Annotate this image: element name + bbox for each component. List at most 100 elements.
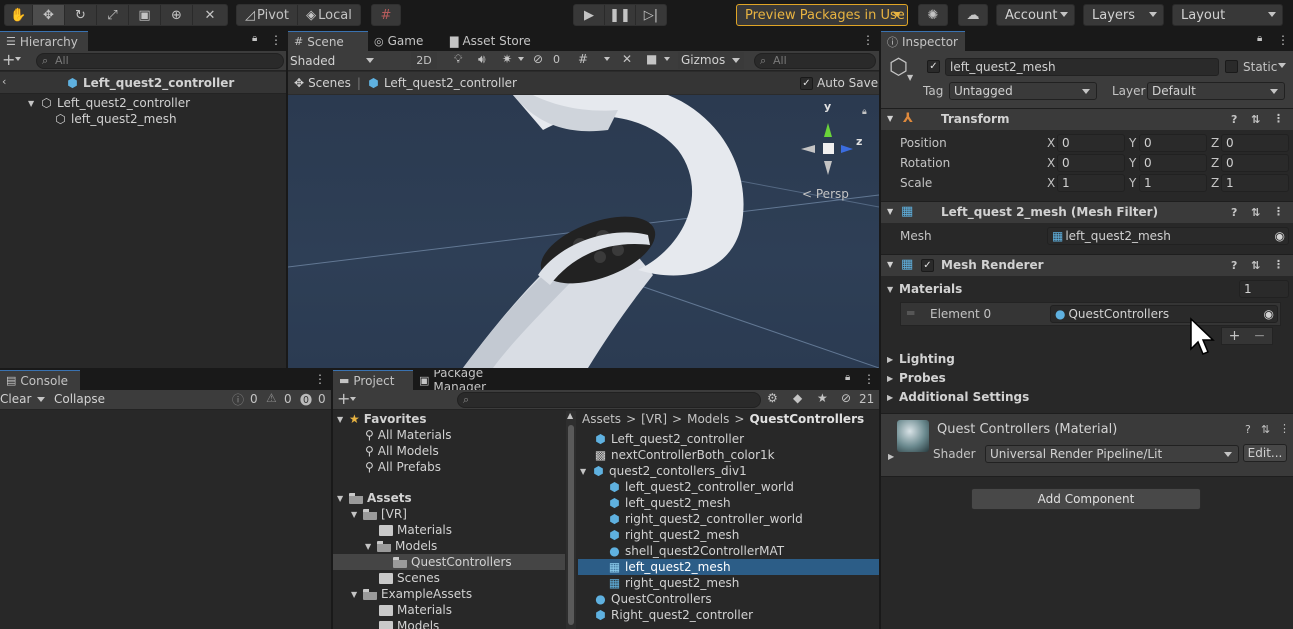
local-button[interactable]: ◈ Local bbox=[298, 5, 360, 25]
assets-foldout[interactable]: ▼ Assets bbox=[337, 490, 412, 506]
search-by-type-icon[interactable]: ⚙ bbox=[767, 391, 778, 405]
folder-item[interactable]: ▼ [VR] bbox=[351, 506, 407, 522]
object-name-input[interactable]: left_quest2_mesh bbox=[945, 58, 1219, 76]
back-arrow-icon[interactable]: ‹ bbox=[2, 75, 6, 88]
play-icon[interactable]: ▶ bbox=[574, 5, 605, 25]
expand-arrow-icon[interactable]: ▼ bbox=[351, 510, 361, 519]
favorite-item[interactable]: ⚲ All Models bbox=[365, 443, 439, 459]
mesh-renderer-header[interactable]: ▼ ▦ ✓ Mesh Renderer ? ⇅ ⋮ bbox=[881, 254, 1293, 276]
tab-hierarchy[interactable]: ☰ Hierarchy bbox=[0, 31, 88, 51]
presets-icon[interactable]: ⇅ bbox=[1261, 423, 1270, 436]
expand-arrow-icon[interactable]: ▼ bbox=[337, 415, 347, 424]
additional-settings-foldout[interactable]: ▶ Additional Settings bbox=[887, 389, 1029, 405]
scene-viewport[interactable]: y z 🔒︎ < Persp bbox=[288, 95, 879, 368]
shading-mode-dropdown[interactable]: Shaded bbox=[290, 52, 378, 69]
add-dropdown-icon[interactable] bbox=[350, 397, 356, 401]
breadcrumb-current[interactable]: Left_quest2_controller bbox=[384, 76, 517, 90]
position-y-input[interactable]: 0 bbox=[1139, 134, 1207, 152]
more-menu-icon[interactable]: ⋮ bbox=[863, 372, 875, 386]
rotation-y-input[interactable]: 0 bbox=[1139, 154, 1207, 172]
file-item[interactable]: ▩ nextControllerBoth_color1k bbox=[594, 447, 775, 463]
account-dropdown[interactable]: Account bbox=[996, 4, 1075, 26]
tab-scene[interactable]: # Scene bbox=[288, 31, 368, 51]
file-item[interactable]: ● shell_quest2ControllerMAT bbox=[608, 543, 784, 559]
element0-object-field[interactable]: ● QuestControllers ◉ bbox=[1050, 305, 1278, 323]
more-menu-icon[interactable]: ⋮ bbox=[270, 33, 282, 47]
scale-y-input[interactable]: 1 bbox=[1139, 174, 1207, 192]
file-item[interactable]: ⬢ left_quest2_mesh bbox=[608, 495, 730, 511]
tab-game[interactable]: ◎ Game bbox=[368, 31, 444, 51]
lock-icon[interactable]: 🔒︎ bbox=[1257, 33, 1262, 44]
camera-icon[interactable]: ■ bbox=[646, 52, 657, 66]
expand-arrow-icon[interactable]: ▼ bbox=[365, 542, 375, 551]
grid-toggle-icon[interactable]: # bbox=[578, 52, 588, 66]
add-icon[interactable]: + bbox=[2, 51, 15, 69]
search-by-label-icon[interactable]: ◆ bbox=[793, 391, 802, 405]
tree-scrollbar[interactable]: ▲ bbox=[566, 411, 576, 629]
audio-toggle-icon[interactable]: 🔊︎ bbox=[478, 52, 486, 67]
presets-icon[interactable]: ⇅ bbox=[1251, 113, 1260, 126]
materials-foldout[interactable]: ▼ Materials bbox=[887, 281, 962, 297]
favorite-star-icon[interactable]: ★ bbox=[817, 391, 828, 405]
rotate-tool-icon[interactable]: ↻ bbox=[65, 5, 97, 25]
hidden-objects-icon[interactable]: ⊘ bbox=[533, 52, 543, 66]
effects-dropdown-icon[interactable] bbox=[518, 57, 524, 61]
grid-snap-icon[interactable]: # bbox=[372, 5, 400, 25]
scroll-up-icon[interactable]: ▲ bbox=[567, 411, 573, 420]
warning-icon[interactable]: ⚠ bbox=[266, 391, 277, 405]
static-checkbox[interactable] bbox=[1225, 60, 1238, 73]
expand-arrow-icon[interactable]: ▼ bbox=[337, 494, 347, 503]
more-menu-icon[interactable]: ⋮ bbox=[862, 33, 874, 47]
move-tool-icon[interactable]: ✥ bbox=[33, 5, 65, 25]
expand-arrow-icon[interactable]: ▼ bbox=[580, 467, 590, 476]
file-item[interactable]: ⬢ Left_quest2_controller bbox=[594, 431, 744, 447]
icon-dropdown-icon[interactable]: ▼ bbox=[907, 73, 913, 82]
add-icon[interactable]: + bbox=[1222, 328, 1247, 344]
cloud-icon[interactable]: ☁ bbox=[959, 5, 987, 25]
presets-icon[interactable]: ⇅ bbox=[1251, 259, 1260, 272]
file-item[interactable]: ⬢ Right_quest2_controller bbox=[594, 607, 753, 623]
breadcrumb-item[interactable]: [VR] bbox=[641, 412, 667, 426]
collapsed-arrow-icon[interactable]: ▶ bbox=[887, 393, 897, 402]
add-icon[interactable]: + bbox=[337, 390, 350, 408]
tab-asset-store[interactable]: ▇ Asset Store bbox=[444, 31, 540, 51]
materials-count-input[interactable]: 1 bbox=[1239, 280, 1289, 298]
more-menu-icon[interactable]: ⋮ bbox=[1273, 205, 1284, 218]
layers-dropdown[interactable]: Layers bbox=[1083, 4, 1164, 26]
help-icon[interactable]: ? bbox=[1231, 206, 1237, 219]
folder-item[interactable]: Materials bbox=[379, 602, 452, 618]
presets-icon[interactable]: ⇅ bbox=[1251, 206, 1260, 219]
more-menu-icon[interactable]: ⋮ bbox=[1273, 112, 1284, 125]
favorite-item[interactable]: ⚲ All Materials bbox=[365, 427, 452, 443]
hierarchy-search-input[interactable]: All bbox=[36, 53, 284, 69]
hand-tool-icon[interactable]: ✋ bbox=[5, 5, 33, 25]
error-icon[interactable]: ⓿ bbox=[300, 391, 312, 408]
breadcrumb-item[interactable]: Models bbox=[687, 412, 729, 426]
static-dropdown-icon[interactable] bbox=[1278, 63, 1286, 68]
scale-z-input[interactable]: 1 bbox=[1221, 174, 1289, 192]
rect-tool-icon[interactable]: ▣ bbox=[129, 5, 161, 25]
tag-dropdown[interactable]: Untagged bbox=[949, 82, 1097, 100]
help-icon[interactable]: ? bbox=[1245, 423, 1251, 436]
object-picker-icon[interactable]: ◉ bbox=[1264, 306, 1274, 322]
probes-foldout[interactable]: ▶ Probes bbox=[887, 370, 946, 386]
breadcrumb-root[interactable]: Scenes bbox=[308, 76, 351, 90]
drag-handle-icon[interactable]: ═ bbox=[907, 306, 914, 320]
hidden-packages-icon[interactable]: ⊘ bbox=[841, 391, 851, 405]
add-dropdown-icon[interactable] bbox=[15, 57, 21, 61]
mesh-renderer-enabled-checkbox[interactable]: ✓ bbox=[921, 259, 934, 272]
pivot-button[interactable]: ◿ Pivot bbox=[237, 5, 299, 25]
file-item[interactable]: ▼ ⬢ quest2_contollers_div1 bbox=[580, 463, 747, 479]
tab-console[interactable]: ▤ Console bbox=[0, 370, 80, 390]
lighting-foldout[interactable]: ▶ Lighting bbox=[887, 351, 955, 367]
scale-tool-icon[interactable]: ⤢ bbox=[97, 5, 129, 25]
hierarchy-item[interactable]: ⬡ left_quest2_mesh bbox=[54, 111, 176, 127]
transform-tool-icon[interactable]: ⊕ bbox=[161, 5, 193, 25]
expand-arrow-icon[interactable]: ▼ bbox=[28, 99, 38, 108]
expand-arrow-icon[interactable]: ▼ bbox=[351, 590, 361, 599]
clear-dropdown-icon[interactable] bbox=[37, 397, 45, 402]
remove-icon[interactable]: − bbox=[1247, 328, 1272, 344]
help-icon[interactable]: ? bbox=[1231, 113, 1237, 126]
collapsed-arrow-icon[interactable]: ▶ bbox=[888, 452, 894, 461]
expand-arrow-icon[interactable]: ▼ bbox=[887, 207, 893, 216]
